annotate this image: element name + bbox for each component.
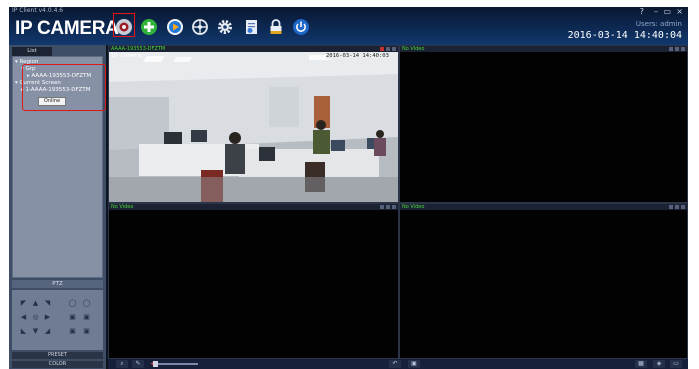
title-bar: IP Client v4.0.4.6 IP CAMERA ? – ▭ × Use… xyxy=(9,7,688,45)
gear-icon xyxy=(218,20,232,34)
record-icon[interactable] xyxy=(380,205,384,209)
focus-far-button[interactable]: ▣ xyxy=(82,313,91,322)
exit-button[interactable] xyxy=(291,17,311,37)
snapshot-icon[interactable] xyxy=(675,205,679,209)
ptz-title: PTZ xyxy=(12,280,103,288)
sequence-button[interactable]: ◈ xyxy=(653,360,665,368)
record-all-button[interactable]: ▣ xyxy=(408,360,420,368)
app-window: IP Client v4.0.4.6 IP CAMERA ? – ▭ × Use… xyxy=(9,7,688,369)
record-icon[interactable] xyxy=(380,47,384,51)
ptz-control-button[interactable] xyxy=(190,17,210,37)
color-tab[interactable]: COLOR xyxy=(12,361,103,368)
record-icon[interactable] xyxy=(669,47,673,51)
channel-label: No Video xyxy=(402,204,425,210)
maximize-button[interactable]: ▭ xyxy=(663,7,671,16)
close-button[interactable]: × xyxy=(676,7,683,16)
record-icon[interactable] xyxy=(669,205,673,209)
app-logo: IP CAMERA xyxy=(15,18,119,39)
power-icon xyxy=(293,19,309,35)
snapshot-icon[interactable] xyxy=(386,47,390,51)
ptz-left-button[interactable]: ◀ xyxy=(19,313,28,322)
play-circle-icon xyxy=(167,19,183,35)
fullscreen-icon: ▭ xyxy=(673,360,679,367)
channel-label: No Video xyxy=(111,204,134,210)
ptz-center-button[interactable]: ◎ xyxy=(31,313,40,322)
add-device-button[interactable] xyxy=(139,17,159,37)
grid-icon: ▦ xyxy=(638,360,644,367)
channel-header: No Video xyxy=(109,204,398,210)
camera-view-icon xyxy=(116,19,132,35)
device-tree: ▾ Region ▾ Grp ▸ AAAA-193553-DFZTM ▾ Cur… xyxy=(12,56,106,278)
mic-button[interactable]: ✎ xyxy=(132,360,144,368)
ptz-down-button[interactable]: ▼ xyxy=(31,327,40,336)
ptz-up-left-button[interactable]: ◤ xyxy=(19,299,28,308)
plus-circle-icon xyxy=(141,19,157,35)
channel-controls[interactable] xyxy=(663,205,685,209)
fullscreen-button[interactable]: ▭ xyxy=(670,360,682,368)
tab-list[interactable]: List xyxy=(12,47,52,56)
video-channel-1[interactable]: AAAA-193553-DFZTM IP Camera 2016-03-14 1… xyxy=(108,45,399,203)
document-icon xyxy=(246,20,257,34)
search-button[interactable]: ⌕ xyxy=(116,360,128,368)
steering-wheel-icon xyxy=(192,19,208,35)
osd-camera-name: IP Camera xyxy=(111,53,141,59)
close-icon[interactable] xyxy=(681,47,685,51)
zoom-out-button[interactable]: ◯ xyxy=(68,299,77,308)
close-icon[interactable] xyxy=(392,205,396,209)
channel-header: No Video xyxy=(400,204,687,210)
app-version: IP Client v4.0.4.6 xyxy=(12,7,64,14)
zoom-in-button[interactable]: ◯ xyxy=(82,299,91,308)
channel-controls[interactable] xyxy=(663,47,685,51)
monitor-button[interactable] xyxy=(114,17,134,37)
lock-icon xyxy=(270,19,282,34)
volume-slider-handle[interactable] xyxy=(153,361,158,367)
ptz-down-left-button[interactable]: ◣ xyxy=(19,327,28,336)
iris-close-button[interactable]: ▣ xyxy=(82,327,91,336)
minimize-button[interactable]: – xyxy=(654,7,658,16)
user-label: Users: admin xyxy=(635,20,682,28)
ptz-control-pad: ◤ ▲ ◥ ◀ ◎ ▶ ◣ ▼ ◢ ◯ ◯ ▣ ▣ ▣ ▣ xyxy=(12,290,103,350)
arrow-icon: ↶ xyxy=(392,360,398,367)
focus-near-button[interactable]: ▣ xyxy=(68,313,77,322)
bottom-toolbar: ⌕ ✎ ◂ ↶ ▣ ▦ ◈ ▭ xyxy=(108,359,688,369)
channel-header: No Video xyxy=(400,46,687,52)
search-icon: ⌕ xyxy=(120,360,124,367)
log-button[interactable] xyxy=(241,17,261,37)
playback-button[interactable] xyxy=(165,17,185,37)
left-panel: List ▾ Region ▾ Grp ▸ AAAA-193553-DFZTM … xyxy=(9,45,106,369)
highlight-box xyxy=(22,64,106,111)
ptz-up-right-button[interactable]: ◥ xyxy=(43,299,52,308)
iris-open-button[interactable]: ▣ xyxy=(68,327,77,336)
layout-grid-button[interactable]: ▦ xyxy=(635,360,647,368)
video-channel-4[interactable]: No Video xyxy=(399,203,688,359)
folder-icon: ▣ xyxy=(411,360,417,367)
ptz-down-right-button[interactable]: ◢ xyxy=(43,327,52,336)
channel-controls[interactable] xyxy=(374,205,396,209)
snapshot-all-button[interactable]: ↶ xyxy=(389,360,401,368)
snapshot-icon[interactable] xyxy=(675,47,679,51)
video-channel-3[interactable]: No Video xyxy=(108,203,399,359)
close-icon[interactable] xyxy=(392,47,396,51)
settings-button[interactable] xyxy=(215,17,235,37)
ptz-up-button[interactable]: ▲ xyxy=(31,299,40,308)
cycle-icon: ◈ xyxy=(656,360,662,367)
preset-tab[interactable]: PRESET xyxy=(12,352,103,359)
ptz-right-button[interactable]: ▶ xyxy=(43,313,52,322)
volume-slider[interactable] xyxy=(158,363,198,365)
camera-feed-image xyxy=(109,52,398,202)
osd-timestamp: 2016-03-14 14:40:03 xyxy=(326,53,389,59)
mic-icon: ✎ xyxy=(135,360,141,367)
help-button[interactable]: ? xyxy=(640,7,644,16)
snapshot-icon[interactable] xyxy=(386,205,390,209)
close-icon[interactable] xyxy=(681,205,685,209)
datetime-display: 2016-03-14 14:40:04 xyxy=(567,30,682,41)
channel-controls[interactable] xyxy=(374,47,396,51)
lock-button[interactable] xyxy=(266,17,286,37)
channel-label: No Video xyxy=(402,46,425,52)
video-channel-2[interactable]: No Video xyxy=(399,45,688,203)
